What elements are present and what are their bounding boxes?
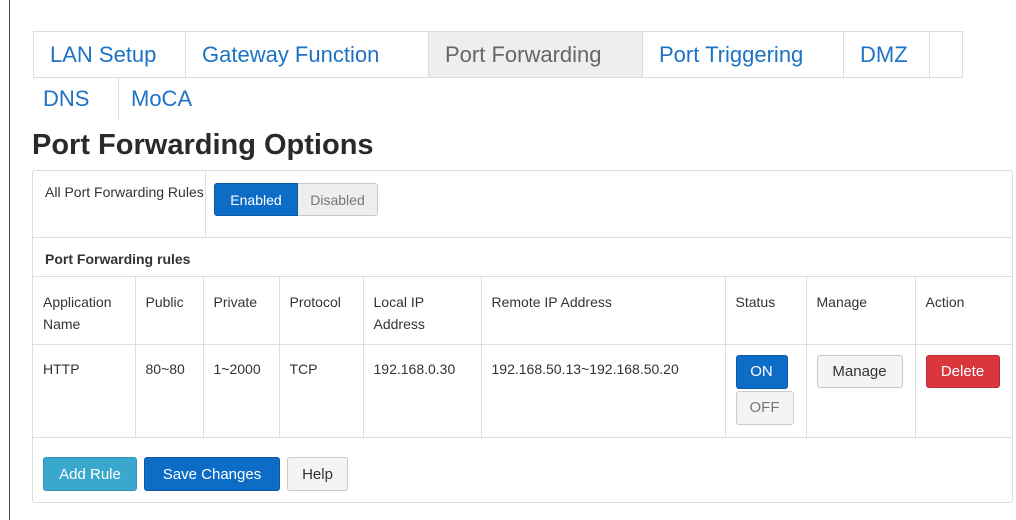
col-header-remote-ip: Remote IP Address — [481, 277, 726, 345]
help-button[interactable]: Help — [287, 457, 348, 491]
all-rules-label: All Port Forwarding Rules — [45, 184, 204, 200]
option-divider — [205, 171, 206, 237]
col-header-protocol: Protocol — [279, 277, 364, 345]
cell-manage: Manage — [806, 344, 916, 438]
tab-moca[interactable]: MoCA — [119, 78, 204, 120]
tab-navigation: LAN Setup Gateway Function Port Forwardi… — [33, 31, 963, 120]
status-on-button[interactable]: ON — [735, 354, 788, 389]
cell-private: 1~2000 — [203, 344, 280, 438]
col-header-manage: Manage — [806, 277, 916, 345]
table-header-row: Application Name Public Private Protocol… — [33, 277, 1012, 345]
all-rules-option-row: All Port Forwarding Rules Enabled Disabl… — [33, 171, 1012, 238]
disabled-button[interactable]: Disabled — [298, 183, 378, 216]
port-forwarding-panel: All Port Forwarding Rules Enabled Disabl… — [32, 170, 1013, 503]
cell-local-ip: 192.168.0.30 — [363, 344, 482, 438]
cell-status: ON OFF — [725, 344, 807, 438]
tab-dns[interactable]: DNS — [33, 78, 119, 120]
enabled-button[interactable]: Enabled — [214, 183, 298, 216]
col-header-private: Private — [203, 277, 280, 345]
cell-public: 80~80 — [135, 344, 204, 438]
page-title: Port Forwarding Options — [32, 129, 374, 161]
rules-section-title: Port Forwarding rules — [45, 251, 191, 267]
footer-actions: Add Rule Save Changes Help — [43, 457, 348, 491]
manage-button[interactable]: Manage — [816, 354, 903, 388]
tab-lan-setup[interactable]: LAN Setup — [34, 32, 186, 77]
cell-protocol: TCP — [279, 344, 364, 438]
table-row: HTTP 80~80 1~2000 TCP 192.168.0.30 192.1… — [33, 344, 1012, 438]
delete-button[interactable]: Delete — [925, 354, 1000, 388]
col-header-status: Status — [725, 277, 807, 345]
col-header-action: Action — [915, 277, 1012, 345]
save-changes-button[interactable]: Save Changes — [144, 457, 280, 491]
tab-row-primary: LAN Setup Gateway Function Port Forwardi… — [33, 31, 963, 78]
col-header-local-ip: Local IP Address — [363, 277, 482, 345]
col-header-public: Public — [135, 277, 204, 345]
tab-row-secondary: DNS MoCA — [33, 78, 963, 120]
cell-application-name: HTTP — [33, 344, 136, 438]
tab-port-forwarding[interactable]: Port Forwarding — [429, 32, 643, 77]
cell-remote-ip: 192.168.50.13~192.168.50.20 — [481, 344, 726, 438]
col-header-application-name: Application Name — [33, 277, 136, 345]
tab-port-triggering[interactable]: Port Triggering — [643, 32, 844, 77]
tab-dmz[interactable]: DMZ — [844, 32, 930, 77]
rules-table: Application Name Public Private Protocol… — [33, 277, 1012, 438]
tab-gateway-function[interactable]: Gateway Function — [186, 32, 429, 77]
all-rules-toggle: Enabled Disabled — [214, 183, 378, 216]
add-rule-button[interactable]: Add Rule — [43, 457, 137, 491]
status-off-button[interactable]: OFF — [735, 390, 794, 425]
cell-action: Delete — [915, 344, 1012, 438]
